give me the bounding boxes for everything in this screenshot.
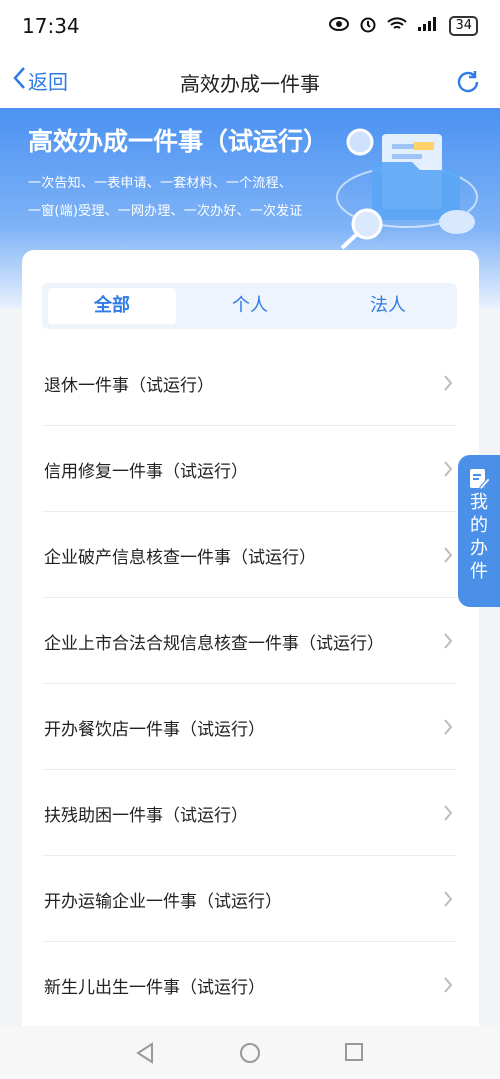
list-item[interactable]: 扶残助困一件事（试运行） [42, 770, 457, 856]
tab-legal-person[interactable]: 法人 [324, 288, 452, 324]
category-tabs: 全部 个人 法人 [42, 283, 457, 329]
banner-subtitle-line1: 一次告知、一表申请、一套材料、一个流程、 [28, 176, 293, 191]
chevron-right-icon [444, 805, 453, 821]
list-item-label: 企业上市合法合规信息核查一件事（试运行） [44, 634, 384, 654]
list-item[interactable]: 信用修复一件事（试运行） [42, 426, 457, 512]
recents-square-icon[interactable] [344, 1042, 364, 1062]
list-item-label: 开办运输企业一件事（试运行） [44, 892, 282, 912]
tab-personal[interactable]: 个人 [186, 288, 314, 324]
chevron-right-icon [444, 719, 453, 735]
list-item[interactable]: 开办餐饮店一件事（试运行） [42, 684, 457, 770]
home-circle-icon[interactable] [239, 1042, 261, 1064]
refresh-icon[interactable] [454, 68, 482, 96]
battery-indicator: 34 [449, 16, 478, 36]
status-bar: 17:34 34 [0, 0, 500, 56]
tab-all[interactable]: 全部 [48, 288, 176, 324]
list-item[interactable]: 企业破产信息核查一件事（试运行） [42, 512, 457, 598]
chevron-right-icon [444, 633, 453, 649]
chevron-right-icon [444, 375, 453, 391]
my-cases-float-button[interactable]: 我 的 办 件 [458, 455, 500, 607]
float-label-char: 件 [470, 561, 488, 582]
system-nav-bar [0, 1026, 500, 1079]
list-item-label: 开办餐饮店一件事（试运行） [44, 720, 265, 740]
status-icons: 34 [329, 15, 478, 37]
float-label-char: 的 [470, 515, 488, 536]
list-item[interactable]: 新生儿出生一件事（试运行） [42, 942, 457, 1028]
float-label-char: 办 [470, 538, 488, 559]
list-item[interactable]: 退休一件事（试运行） [42, 340, 457, 426]
banner-title: 高效办成一件事（试运行） [28, 127, 329, 156]
signal-icon [417, 17, 439, 35]
list-item-label: 信用修复一件事（试运行） [44, 462, 248, 482]
chevron-right-icon [444, 547, 453, 563]
list-item-label: 退休一件事（试运行） [44, 376, 214, 396]
chevron-right-icon [444, 891, 453, 907]
service-card: 全部 个人 法人 退休一件事（试运行） 信用修复一件事（试运行） 企业破产信息核… [22, 250, 479, 1050]
chevron-right-icon [444, 461, 453, 477]
eye-icon [329, 17, 350, 35]
page-title: 高效办成一件事 [180, 72, 320, 96]
nav-bar: 返回 高效办成一件事 [0, 56, 500, 108]
list-item[interactable]: 开办运输企业一件事（试运行） [42, 856, 457, 942]
list-item[interactable]: 企业上市合法合规信息核查一件事（试运行） [42, 598, 457, 684]
back-triangle-icon[interactable] [134, 1042, 156, 1064]
list-item-label: 企业破产信息核查一件事（试运行） [44, 548, 316, 568]
list-item-label: 新生儿出生一件事（试运行） [44, 978, 265, 998]
float-label-char: 我 [470, 492, 488, 513]
wifi-icon [387, 16, 408, 36]
status-time: 17:34 [22, 14, 80, 38]
alarm-icon [359, 15, 377, 37]
list-item-label: 扶残助困一件事（试运行） [44, 806, 248, 826]
banner-subtitle-line2: 一窗(端)受理、一网办理、一次办好、一次发证 [28, 204, 303, 219]
service-list: 退休一件事（试运行） 信用修复一件事（试运行） 企业破产信息核查一件事（试运行）… [42, 340, 457, 1028]
edit-document-icon [470, 469, 490, 490]
folder-illustration-icon [336, 128, 478, 250]
chevron-right-icon [444, 977, 453, 993]
